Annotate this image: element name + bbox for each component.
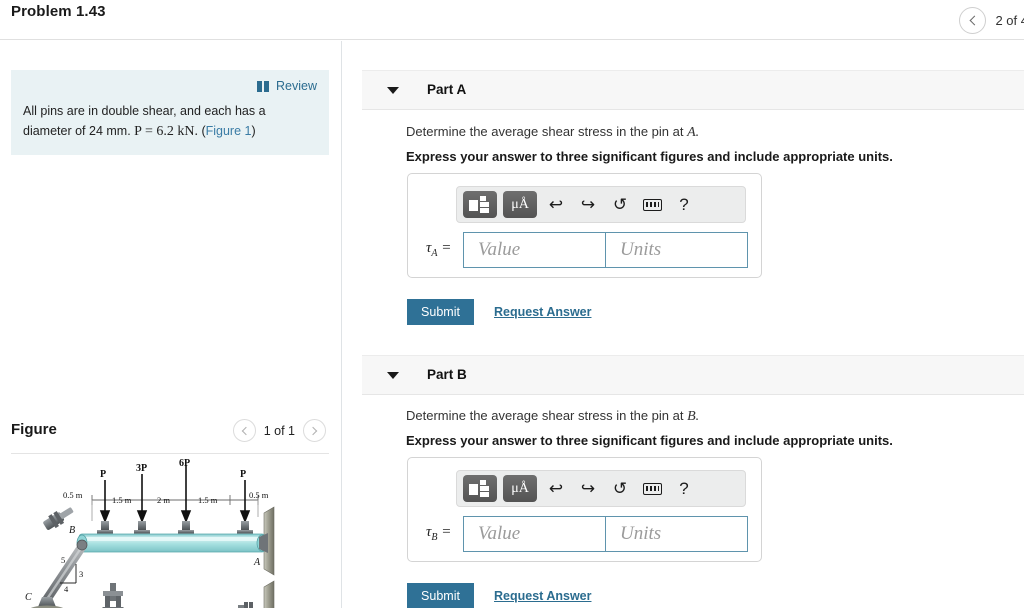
top-bar: Problem 1.43 2 of 4 <box>0 0 1024 40</box>
part-b-answer-box: μÅ ↩ ↪ ↺ ? τB = Value Units <box>407 457 762 562</box>
part-a-math-toolbar: μÅ ↩ ↪ ↺ ? <box>456 186 746 223</box>
part-b-units-input[interactable]: Units <box>605 516 748 552</box>
book-icon <box>257 80 270 92</box>
part-a-question-text: Determine the average shear stress in th… <box>406 124 684 139</box>
load-label-3p: 3P <box>136 463 147 474</box>
triangle-label-5: 5 <box>61 555 65 565</box>
problem-navigation: 2 of 4 <box>959 0 1024 40</box>
part-b-question-symbol: B. <box>687 409 700 424</box>
micro-angstrom-units-icon[interactable]: μÅ <box>503 475 537 502</box>
statement-line-1: All pins are in double shear, and each h… <box>23 104 266 118</box>
page-title: Problem 1.43 <box>11 3 106 20</box>
figure-title: Figure <box>11 421 57 438</box>
point-label-b: B <box>69 525 75 536</box>
redo-arrow-icon[interactable]: ↪ <box>575 192 601 218</box>
reset-circle-icon[interactable]: ↺ <box>607 476 633 502</box>
part-b-label: Part B <box>427 367 467 382</box>
dim-label-3: 1.5 m <box>198 495 218 505</box>
part-a-value-input[interactable]: Value <box>463 232 606 268</box>
triangle-label-4: 4 <box>64 584 69 594</box>
part-b-request-answer-link[interactable]: Request Answer <box>494 589 591 603</box>
statement-line-2: diameter of 24 mm. <box>23 124 131 139</box>
redo-arrow-icon[interactable]: ↪ <box>575 476 601 502</box>
load-label-6p: 6P <box>179 459 190 469</box>
reset-circle-icon[interactable]: ↺ <box>607 192 633 218</box>
figure-prev-button[interactable] <box>232 419 256 442</box>
problem-statement: All pins are in double shear, and each h… <box>23 102 317 143</box>
part-a-header[interactable]: Part A <box>362 70 1024 110</box>
part-a-answer-box: μÅ ↩ ↪ ↺ ? τA = Value Units <box>407 173 762 278</box>
figure-counter: 1 of 1 <box>263 423 295 438</box>
given-value: P = 6.2 kN. <box>134 124 198 140</box>
figure-image[interactable]: P 3P 6P P 0.5 m 1.5 m 2 m 1.5 m 0.5 m 5 … <box>0 459 342 608</box>
undo-arrow-icon[interactable]: ↩ <box>543 476 569 502</box>
point-label-a: A <box>253 557 261 568</box>
triangle-label-3: 3 <box>79 569 83 579</box>
problem-counter: 2 of 4 <box>995 12 1024 28</box>
previous-problem-button[interactable] <box>959 6 987 34</box>
part-a-question: Determine the average shear stress in th… <box>406 124 699 141</box>
part-b-value-input[interactable]: Value <box>463 516 606 552</box>
part-b-submit-button[interactable]: Submit <box>407 583 474 608</box>
help-question-icon[interactable]: ? <box>671 476 697 502</box>
load-label-p1: P <box>100 469 106 480</box>
part-b-math-toolbar: μÅ ↩ ↪ ↺ ? <box>456 470 746 507</box>
figure-navigation: 1 of 1 <box>232 419 326 442</box>
dim-label-0: 0.5 m <box>63 490 83 500</box>
units-icon-label: μÅ <box>511 196 529 212</box>
part-a-request-answer-link[interactable]: Request Answer <box>494 305 591 319</box>
micro-angstrom-units-icon[interactable]: μÅ <box>503 191 537 218</box>
part-b-answer-symbol: τB = <box>426 524 452 543</box>
units-icon-label: μÅ <box>511 480 529 496</box>
dim-label-1: 1.5 m <box>112 495 132 505</box>
left-panel: Review All pins are in double shear, and… <box>0 41 342 608</box>
help-question-icon[interactable]: ? <box>671 192 697 218</box>
problem-page: Problem 1.43 2 of 4 Review All pins are … <box>0 0 1024 608</box>
part-a-submit-button[interactable]: Submit <box>407 299 474 325</box>
math-template-icon[interactable] <box>463 475 497 502</box>
chevron-right-icon <box>308 426 318 435</box>
dim-label-2: 2 m <box>157 495 170 505</box>
part-b-question-text: Determine the average shear stress in th… <box>406 408 684 423</box>
undo-arrow-icon[interactable]: ↩ <box>543 192 569 218</box>
part-a-label: Part A <box>427 82 467 97</box>
part-b-instruction: Express your answer to three significant… <box>406 433 893 448</box>
part-b-header[interactable]: Part B <box>362 355 1024 395</box>
right-panel: Part A Determine the average shear stres… <box>343 41 1024 608</box>
chevron-left-icon <box>969 15 980 25</box>
figure-next-button[interactable] <box>303 419 326 442</box>
review-link[interactable]: Review <box>23 79 317 93</box>
part-a-question-symbol: A. <box>687 125 700 140</box>
dim-label-4: 0.5 m <box>249 490 269 500</box>
math-template-icon[interactable] <box>463 191 497 218</box>
chevron-left-icon <box>241 426 250 435</box>
caret-down-icon[interactable] <box>387 87 399 94</box>
keyboard-icon[interactable] <box>639 476 665 502</box>
figure-header: Figure 1 of 1 <box>0 411 342 453</box>
figure-paren-close: ) <box>251 124 256 139</box>
point-label-c: C <box>25 592 32 603</box>
figure-divider <box>11 453 329 454</box>
part-a-instruction: Express your answer to three significant… <box>406 149 893 164</box>
part-a-answer-symbol: τA = <box>426 240 452 259</box>
review-label: Review <box>276 79 317 93</box>
keyboard-icon[interactable] <box>639 192 665 218</box>
part-b-question: Determine the average shear stress in th… <box>406 408 699 425</box>
caret-down-icon[interactable] <box>387 372 399 379</box>
part-a-units-input[interactable]: Units <box>605 232 748 268</box>
figure-1-link[interactable]: Figure 1 <box>206 124 252 138</box>
review-panel: Review All pins are in double shear, and… <box>11 70 329 156</box>
load-label-p2: P <box>240 469 246 480</box>
